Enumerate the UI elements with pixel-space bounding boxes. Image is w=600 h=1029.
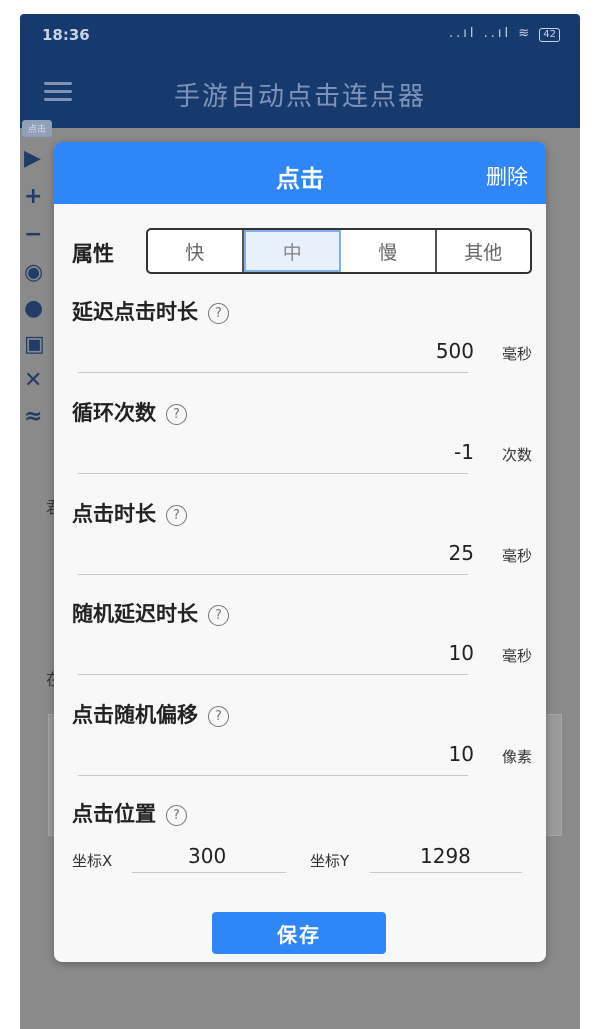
chevrons-icon: ≈ <box>24 404 43 429</box>
field-unit: 次数 <box>501 446 532 464</box>
background-toolbar: 点击 ▶ + − ◉ ● ▣ ✕ ≈ <box>20 120 54 448</box>
field-unit: 毫秒 <box>501 345 532 363</box>
field-click-delay: 延迟点击时长? 500 毫秒 <box>72 296 532 376</box>
random-offset-input[interactable]: 10 <box>449 742 474 766</box>
delete-button[interactable]: 删除 <box>486 161 528 191</box>
field-label: 点击随机偏移? <box>72 699 229 729</box>
coord-x-label: 坐标X <box>72 852 113 870</box>
input-underline <box>132 872 286 873</box>
app-title: 手游自动点击连点器 <box>173 82 426 112</box>
help-icon[interactable]: ? <box>208 302 229 324</box>
play-icon: ▶ <box>24 146 41 171</box>
help-icon[interactable]: ? <box>166 804 187 826</box>
field-label: 点击时长? <box>72 498 187 528</box>
dialog-header: 点击 删除 <box>54 142 546 204</box>
input-underline <box>78 574 468 575</box>
field-loop-count: 循环次数? -1 次数 <box>72 397 532 477</box>
coord-y-label: 坐标Y <box>310 852 350 870</box>
input-underline <box>78 775 468 776</box>
field-unit: 毫秒 <box>501 547 532 565</box>
app-bar: 手游自动点击连点器 <box>20 56 580 128</box>
field-unit: 像素 <box>501 748 532 766</box>
input-underline <box>78 473 468 474</box>
input-underline <box>78 674 468 675</box>
battery-icon: 42 <box>539 28 560 42</box>
position-label: 点击位置? <box>72 798 187 828</box>
field-random-offset: 点击随机偏移? 10 像素 <box>72 699 532 779</box>
help-icon[interactable]: ? <box>166 403 187 425</box>
random-delay-input[interactable]: 10 <box>449 641 474 665</box>
field-label: 循环次数? <box>72 397 187 427</box>
background-tag: 点击 <box>22 120 53 137</box>
plus-icon: + <box>24 184 43 209</box>
document-icon: ▣ <box>24 332 45 357</box>
help-icon[interactable]: ? <box>208 705 229 727</box>
close-icon: ✕ <box>24 368 43 393</box>
help-icon[interactable]: ? <box>166 504 187 526</box>
field-random-delay: 随机延迟时长? 10 毫秒 <box>72 598 532 678</box>
speed-option-fast[interactable]: 快 <box>148 230 244 272</box>
field-label: 随机延迟时长? <box>72 598 229 628</box>
loop-count-input[interactable]: -1 <box>454 440 474 464</box>
click-delay-input[interactable]: 500 <box>436 339 474 363</box>
speed-option-slow[interactable]: 慢 <box>341 230 437 272</box>
attr-label: 属性 <box>72 242 114 266</box>
coord-y-input[interactable]: 1298 <box>420 844 471 868</box>
minus-icon: − <box>24 222 43 247</box>
input-underline <box>78 372 468 373</box>
circle-icon: ● <box>24 296 44 321</box>
status-icons: ..ıl ..ıl ≋ 42 <box>449 26 560 42</box>
dialog-title: 点击 <box>276 165 324 193</box>
speed-option-other[interactable]: 其他 <box>437 230 531 272</box>
coord-x-input[interactable]: 300 <box>188 844 226 868</box>
save-button[interactable]: 保存 <box>212 912 386 954</box>
input-underline <box>370 872 522 873</box>
help-icon[interactable]: ? <box>208 604 229 626</box>
status-time: 18:36 <box>42 26 90 44</box>
signal-icon: ..ıl ..ıl ≋ <box>448 26 533 41</box>
click-duration-input[interactable]: 25 <box>449 541 474 565</box>
field-unit: 毫秒 <box>501 647 532 665</box>
field-click-duration: 点击时长? 25 毫秒 <box>72 498 532 578</box>
speed-segmented-control: 快 中 慢 其他 <box>146 228 532 274</box>
speed-option-medium[interactable]: 中 <box>243 230 341 272</box>
field-label: 延迟点击时长? <box>72 296 229 326</box>
status-bar: 18:36 ..ıl ..ıl ≋ 42 <box>20 14 580 56</box>
click-settings-dialog: 点击 删除 属性 快 中 慢 其他 延迟点击时长? 500 毫秒 循环次数? -… <box>54 142 546 962</box>
eye-icon: ◉ <box>24 260 44 285</box>
